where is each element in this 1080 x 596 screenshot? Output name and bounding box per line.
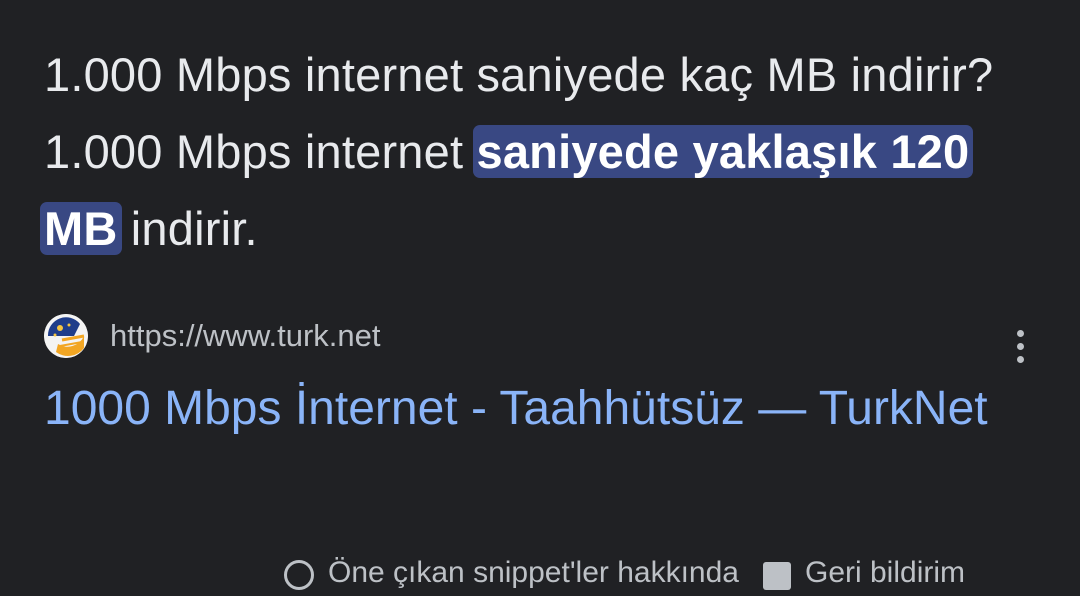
featured-snippet-text: 1.000 Mbps internet saniyede kaç MB indi… [40,36,1044,267]
help-icon [284,560,314,590]
source-row[interactable]: https://www.turk.net [44,312,381,360]
more-vert-icon-dot [1016,355,1024,363]
about-featured-snippets-link[interactable]: Öne çıkan snippet'ler hakkında [328,556,739,590]
more-vert-icon-dot [1016,329,1024,337]
snippet-text-part2: indirir. [117,202,258,255]
source-url[interactable]: https://www.turk.net [110,318,381,354]
snippet-footer: Öne çıkan snippet'ler hakkında Geri bild… [284,556,965,596]
feedback-icon [762,562,791,590]
result-title-link[interactable]: 1000 Mbps İnternet - Taahhütsüz — TurkNe… [44,374,1034,443]
more-options-button[interactable] [1004,322,1036,370]
turknet-logo-icon [44,314,88,358]
feedback-link[interactable]: Geri bildirim [805,556,965,590]
more-vert-icon-dot [1016,342,1024,350]
